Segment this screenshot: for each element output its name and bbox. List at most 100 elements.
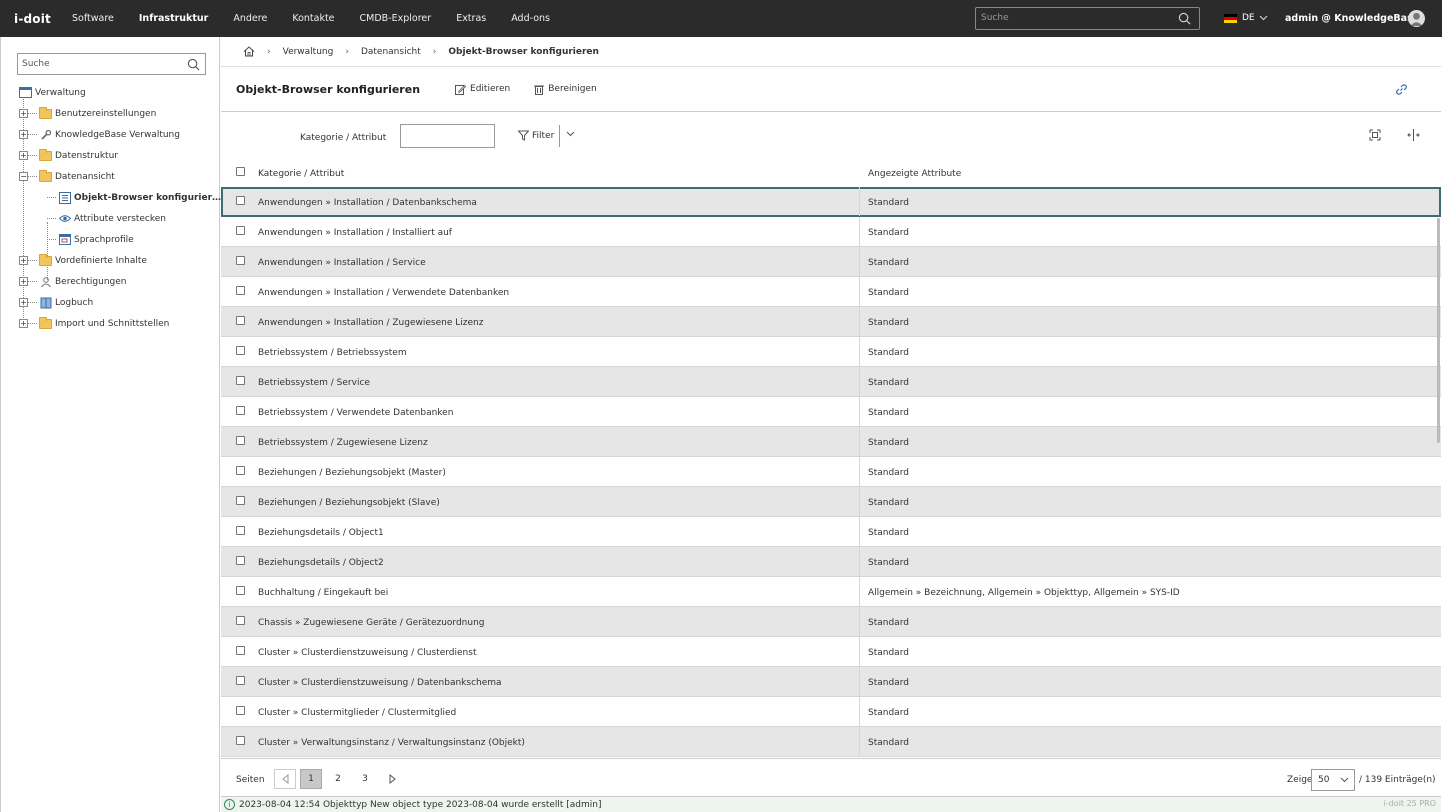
nav-item-andere[interactable]: Andere bbox=[233, 13, 267, 24]
table-row[interactable]: Anwendungen » Installation / Installiert… bbox=[221, 217, 1441, 247]
table-row[interactable]: Beziehungsdetails / Object1 Standard bbox=[221, 517, 1441, 547]
row-checkbox[interactable] bbox=[236, 646, 245, 655]
page-button-3[interactable]: 3 bbox=[354, 769, 376, 789]
tree-item-objekt-browser[interactable]: Objekt-Browser konfigurier… bbox=[19, 187, 221, 208]
prev-page-button[interactable] bbox=[274, 769, 296, 789]
row-checkbox[interactable] bbox=[236, 736, 245, 745]
select-all-checkbox[interactable] bbox=[236, 167, 245, 176]
language-selector[interactable]: DE bbox=[1224, 13, 1268, 23]
cell-attributes: Standard bbox=[868, 228, 909, 238]
breadcrumb-item[interactable]: Datenansicht bbox=[361, 47, 421, 57]
nav-item-extras[interactable]: Extras bbox=[456, 13, 486, 24]
filter-input[interactable] bbox=[400, 124, 495, 148]
chevron-down-icon[interactable] bbox=[566, 131, 575, 137]
table-row[interactable]: Betriebssystem / Service Standard bbox=[221, 367, 1441, 397]
search-icon[interactable] bbox=[1178, 12, 1191, 25]
row-checkbox[interactable] bbox=[236, 436, 245, 445]
next-page-button[interactable] bbox=[384, 769, 400, 789]
tree-item-datenstruktur[interactable]: + Datenstruktur bbox=[19, 145, 221, 166]
table-row[interactable]: Chassis » Zugewiesene Geräte / Gerätezuo… bbox=[221, 607, 1441, 637]
table-row[interactable]: Anwendungen » Installation / Datenbanksc… bbox=[221, 187, 1441, 217]
cell-attributes: Standard bbox=[868, 468, 909, 478]
row-checkbox[interactable] bbox=[236, 376, 245, 385]
nav-item-cmdb-explorer[interactable]: CMDB-Explorer bbox=[360, 13, 432, 24]
row-checkbox[interactable] bbox=[236, 406, 245, 415]
row-checkbox[interactable] bbox=[236, 616, 245, 625]
row-checkbox[interactable] bbox=[236, 496, 245, 505]
table-row[interactable]: Betriebssystem / Betriebssystem Standard bbox=[221, 337, 1441, 367]
row-checkbox[interactable] bbox=[236, 676, 245, 685]
link-icon[interactable] bbox=[1395, 83, 1408, 96]
tree-item-attribute-verstecken[interactable]: Attribute verstecken bbox=[19, 208, 221, 229]
tree-item-knowledgebase-verwaltung[interactable]: + KnowledgeBase Verwaltung bbox=[19, 124, 221, 145]
sidebar-search-input[interactable]: Suche bbox=[17, 53, 206, 75]
expand-icon[interactable]: + bbox=[19, 277, 28, 286]
expand-icon[interactable]: + bbox=[19, 130, 28, 139]
home-icon[interactable] bbox=[243, 46, 255, 57]
clean-button[interactable]: Bereinigen bbox=[534, 84, 597, 95]
table-row[interactable]: Cluster » Clusterdienstzuweisung / Clust… bbox=[221, 637, 1441, 667]
tree-root-verwaltung[interactable]: Verwaltung bbox=[19, 82, 221, 103]
table-row[interactable]: Betriebssystem / Zugewiesene Lizenz Stand… bbox=[221, 427, 1441, 457]
page-size-select[interactable]: 50 bbox=[1311, 769, 1355, 791]
row-checkbox[interactable] bbox=[236, 706, 245, 715]
app-logo[interactable]: i-doit bbox=[14, 12, 64, 26]
breadcrumb-item[interactable]: Verwaltung bbox=[283, 47, 334, 57]
tree-item-benutzereinstellungen[interactable]: + Benutzereinstellungen bbox=[19, 103, 221, 124]
table-row[interactable]: Anwendungen » Installation / Service Stan… bbox=[221, 247, 1441, 277]
table-row[interactable]: Cluster » Verwaltungsinstanz / Verwaltun… bbox=[221, 727, 1441, 757]
cell-attributes: Standard bbox=[868, 288, 909, 298]
table-row[interactable]: Beziehungen / Beziehungsobjekt (Master) S… bbox=[221, 457, 1441, 487]
filter-button[interactable]: Filter bbox=[518, 130, 554, 141]
tree-item-import-schnittstellen[interactable]: + Import und Schnittstellen bbox=[19, 313, 221, 334]
tree-item-sprachprofile[interactable]: Sprachprofile bbox=[19, 229, 221, 250]
column-resize-icon[interactable] bbox=[1407, 129, 1420, 141]
row-checkbox[interactable] bbox=[236, 586, 245, 595]
table-row[interactable]: Betriebssystem / Verwendete Datenbanken S… bbox=[221, 397, 1441, 427]
cell-category: Cluster » Verwaltungsinstanz / Verwaltun… bbox=[258, 738, 525, 748]
nav-item-software[interactable]: Software bbox=[72, 13, 114, 24]
row-checkbox[interactable] bbox=[236, 466, 245, 475]
table-row[interactable]: Cluster » Clusterdienstzuweisung / Daten… bbox=[221, 667, 1441, 697]
fullscreen-icon[interactable] bbox=[1369, 129, 1381, 141]
table-row[interactable]: Buchhaltung / Eingekauft bei Allgemein » … bbox=[221, 577, 1441, 607]
expand-icon[interactable]: + bbox=[19, 298, 28, 307]
search-icon[interactable] bbox=[187, 58, 200, 71]
row-checkbox[interactable] bbox=[236, 256, 245, 265]
user-menu[interactable]: admin @ KnowledgeBase bbox=[1285, 13, 1419, 24]
chevron-right-icon: › bbox=[345, 46, 349, 57]
table-row[interactable]: Anwendungen » Installation / Verwendete … bbox=[221, 277, 1441, 307]
expand-icon[interactable]: + bbox=[19, 319, 28, 328]
row-checkbox[interactable] bbox=[236, 196, 245, 205]
table-row[interactable]: Beziehungsdetails / Object2 Standard bbox=[221, 547, 1441, 577]
tree-item-berechtigungen[interactable]: + Berechtigungen bbox=[19, 271, 221, 292]
nav-item-kontakte[interactable]: Kontakte bbox=[292, 13, 334, 24]
collapse-icon[interactable]: − bbox=[19, 172, 28, 181]
page-button-2[interactable]: 2 bbox=[327, 769, 349, 789]
tree-item-logbuch[interactable]: + Logbuch bbox=[19, 292, 221, 313]
row-checkbox[interactable] bbox=[236, 316, 245, 325]
row-checkbox[interactable] bbox=[236, 556, 245, 565]
avatar[interactable] bbox=[1408, 10, 1425, 27]
expand-icon[interactable]: + bbox=[19, 109, 28, 118]
page-button-1[interactable]: 1 bbox=[300, 769, 322, 789]
row-checkbox[interactable] bbox=[236, 526, 245, 535]
table-row[interactable]: Cluster » Clustermitglieder / Clustermit… bbox=[221, 697, 1441, 727]
edit-button[interactable]: Editieren bbox=[455, 84, 510, 95]
nav-item-add-ons[interactable]: Add-ons bbox=[511, 13, 550, 24]
column-header[interactable]: Kategorie / Attribut bbox=[258, 169, 344, 179]
table-row[interactable]: Beziehungen / Beziehungsobjekt (Slave) St… bbox=[221, 487, 1441, 517]
row-checkbox[interactable] bbox=[236, 286, 245, 295]
scrollbar[interactable] bbox=[1437, 218, 1440, 443]
table-row[interactable]: Anwendungen » Installation / Zugewiesene… bbox=[221, 307, 1441, 337]
expand-icon[interactable]: + bbox=[19, 256, 28, 265]
global-search-input[interactable]: Suche bbox=[975, 7, 1200, 30]
tree-item-label: Vordefinierte Inhalte bbox=[55, 255, 147, 266]
tree-item-vordefinierte-inhalte[interactable]: + Vordefinierte Inhalte bbox=[19, 250, 221, 271]
column-header[interactable]: Angezeigte Attribute bbox=[868, 169, 961, 179]
tree-item-datenansicht[interactable]: − Datenansicht bbox=[19, 166, 221, 187]
expand-icon[interactable]: + bbox=[19, 151, 28, 160]
nav-item-infrastruktur[interactable]: Infrastruktur bbox=[139, 13, 208, 24]
row-checkbox[interactable] bbox=[236, 346, 245, 355]
row-checkbox[interactable] bbox=[236, 226, 245, 235]
